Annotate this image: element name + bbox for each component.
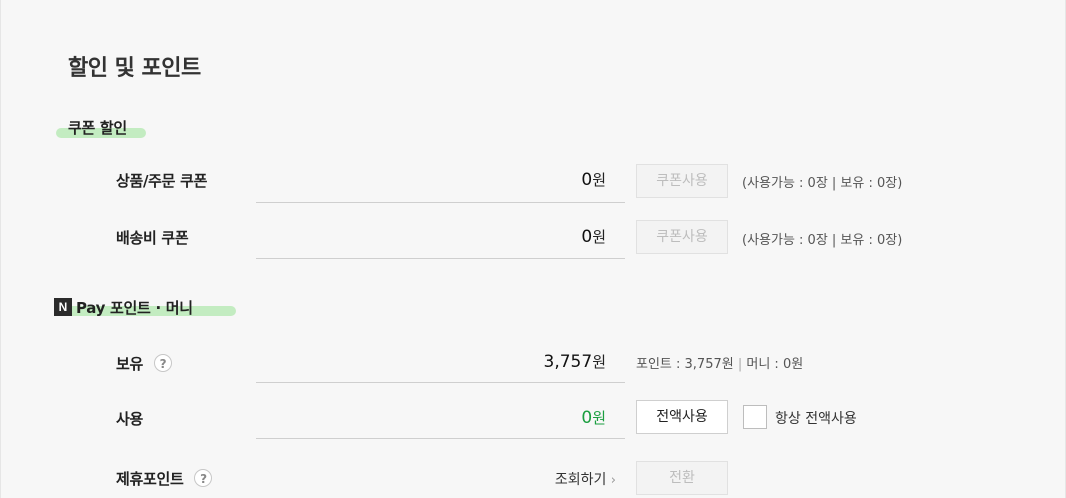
balance-label-text: 보유 xyxy=(116,355,144,373)
shipping-coupon-use-button[interactable]: 쿠폰사용 xyxy=(636,220,728,254)
use-amount-field[interactable]: 0원 xyxy=(480,407,606,428)
balance-value: 3,757 xyxy=(543,352,593,372)
product-coupon-amount: 0원 xyxy=(480,169,606,190)
shipping-coupon-amount: 0원 xyxy=(480,226,606,247)
shipping-coupon-availability: (사용가능 : 0장 | 보유 : 0장) xyxy=(742,233,903,248)
partner-points-lookup-link[interactable]: 조회하기 › xyxy=(520,469,616,489)
product-coupon-unit: 원 xyxy=(592,171,606,189)
balance-underline xyxy=(256,382,625,383)
use-label: 사용 xyxy=(116,410,144,428)
partner-points-label-text: 제휴포인트 xyxy=(116,470,184,488)
product-coupon-value: 0 xyxy=(581,170,593,190)
balance-money-detail: 머니 : 0원 xyxy=(746,357,804,372)
npay-section-title: Pay 포인트 · 머니 xyxy=(76,299,193,317)
product-coupon-label: 상품/주문 쿠폰 xyxy=(116,172,208,190)
partner-points-label: 제휴포인트 ? xyxy=(116,468,213,489)
balance-points-detail: 포인트 : 3,757원 xyxy=(636,357,734,372)
shipping-coupon-value: 0 xyxy=(581,227,593,247)
use-unit: 원 xyxy=(592,409,606,427)
partner-points-lookup-text: 조회하기 xyxy=(554,472,607,488)
partner-points-convert-button[interactable]: 전환 xyxy=(636,461,728,495)
page-title: 할인 및 포인트 xyxy=(68,56,201,81)
balance-amount: 3,757원 xyxy=(480,351,606,372)
use-value: 0 xyxy=(581,408,593,428)
use-underline xyxy=(256,438,625,439)
chevron-right-icon: › xyxy=(610,473,616,488)
product-coupon-underline xyxy=(256,202,625,203)
balance-help-icon[interactable]: ? xyxy=(153,354,172,372)
balance-label: 보유 ? xyxy=(116,353,172,374)
use-all-button[interactable]: 전액사용 xyxy=(636,400,728,434)
partner-points-help-icon[interactable]: ? xyxy=(194,469,213,487)
balance-detail-separator: | xyxy=(737,357,743,372)
product-coupon-availability: (사용가능 : 0장 | 보유 : 0장) xyxy=(742,176,903,191)
balance-detail: 포인트 : 3,757원 | 머니 : 0원 xyxy=(636,353,803,372)
shipping-coupon-underline xyxy=(256,258,625,259)
product-coupon-use-button[interactable]: 쿠폰사용 xyxy=(636,164,728,198)
balance-unit: 원 xyxy=(592,353,606,371)
always-use-all-label[interactable]: 항상 전액사용 xyxy=(775,408,857,428)
shipping-coupon-unit: 원 xyxy=(592,228,606,246)
npay-logo: N xyxy=(54,298,72,316)
coupon-section-title: 쿠폰 할인 xyxy=(68,119,127,137)
always-use-all-checkbox[interactable] xyxy=(743,405,767,429)
shipping-coupon-label: 배송비 쿠폰 xyxy=(116,229,189,247)
